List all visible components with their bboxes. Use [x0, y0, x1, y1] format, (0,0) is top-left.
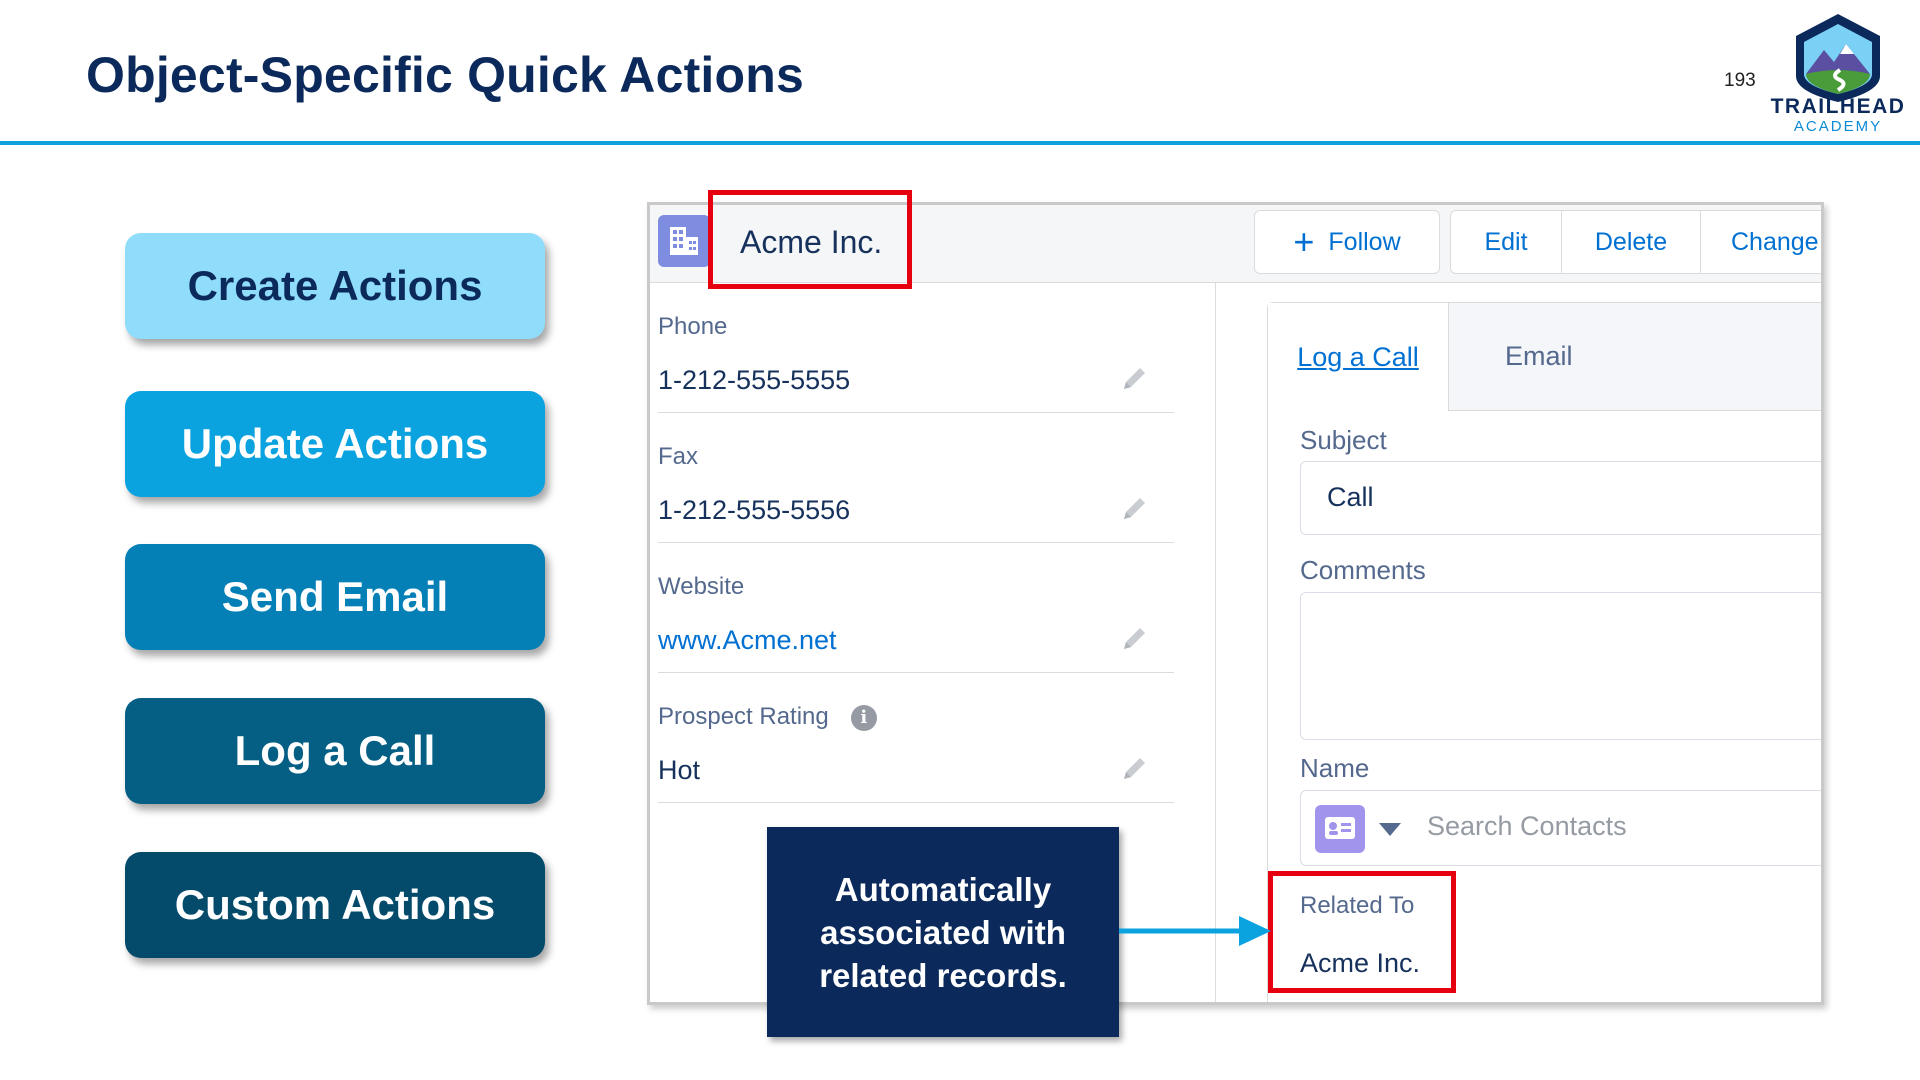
- follow-label: Follow: [1328, 227, 1401, 256]
- tab-log-a-call[interactable]: Log a Call: [1268, 303, 1448, 411]
- pencil-edit-icon[interactable]: [1120, 623, 1150, 653]
- chevron-down-icon[interactable]: [1379, 823, 1401, 836]
- send-email-button[interactable]: Send Email: [125, 544, 545, 650]
- field-label: Website: [658, 573, 745, 600]
- website-link[interactable]: www.Acme.net: [658, 625, 837, 656]
- pencil-edit-icon[interactable]: [1120, 753, 1150, 783]
- callout-line: related records.: [819, 956, 1067, 994]
- field-label-row: Prospect Rating i: [658, 703, 877, 731]
- field-phone: Phone 1-212-555-5555: [658, 283, 1174, 413]
- create-actions-button[interactable]: Create Actions: [125, 233, 545, 339]
- field-fax: Fax 1-212-555-5556: [658, 413, 1174, 543]
- log-a-call-button[interactable]: Log a Call: [125, 698, 545, 804]
- page-number: 193: [1724, 70, 1756, 91]
- field-value: 1-212-555-5555: [658, 365, 851, 395]
- custom-actions-button[interactable]: Custom Actions: [125, 852, 545, 958]
- edit-button[interactable]: Edit: [1450, 210, 1562, 274]
- field-value: 1-212-555-5556: [658, 495, 851, 525]
- callout-line: associated with: [820, 913, 1066, 951]
- update-actions-button[interactable]: Update Actions: [125, 391, 545, 497]
- field-value: Hot: [658, 755, 701, 785]
- follow-button[interactable]: + Follow: [1254, 210, 1440, 274]
- field-label: Prospect Rating: [658, 703, 829, 730]
- subject-label: Subject: [1300, 425, 1387, 455]
- name-lookup-input[interactable]: Search Contacts: [1300, 790, 1821, 866]
- account-building-icon: [658, 215, 710, 267]
- search-contacts-placeholder: Search Contacts: [1427, 811, 1627, 841]
- callout-line: Automatically: [834, 870, 1052, 908]
- related-to-highlight: [1268, 871, 1456, 993]
- callout-box: Automatically associated with related re…: [767, 827, 1119, 1037]
- header-divider: [0, 141, 1920, 145]
- logo-text-trailhead: TRAILHEAD: [1770, 95, 1906, 118]
- publisher-tabs: Log a Call Email: [1268, 303, 1821, 411]
- logo-text-academy: ACADEMY: [1793, 118, 1883, 135]
- info-icon[interactable]: i: [850, 704, 877, 731]
- slide-title: Object-Specific Quick Actions: [86, 47, 805, 103]
- tab-email[interactable]: Email: [1448, 303, 1821, 411]
- pencil-edit-icon[interactable]: [1120, 363, 1150, 393]
- comments-textarea[interactable]: [1300, 592, 1821, 740]
- field-label: Fax: [658, 443, 699, 470]
- field-website: Website www.Acme.net: [658, 543, 1174, 673]
- comments-label: Comments: [1300, 555, 1426, 585]
- subject-input[interactable]: Call: [1300, 461, 1821, 535]
- plus-icon: +: [1293, 221, 1315, 262]
- field-label: Phone: [658, 313, 728, 340]
- pencil-edit-icon[interactable]: [1120, 493, 1150, 523]
- account-name-highlight: [708, 190, 912, 289]
- name-label: Name: [1300, 753, 1370, 783]
- field-prospect-rating: Prospect Rating i Hot: [658, 673, 1174, 803]
- contact-card-icon[interactable]: [1315, 805, 1365, 853]
- delete-button[interactable]: Delete: [1561, 210, 1701, 274]
- change-button[interactable]: Change: [1700, 210, 1821, 274]
- callout-arrow-icon: [1119, 916, 1271, 946]
